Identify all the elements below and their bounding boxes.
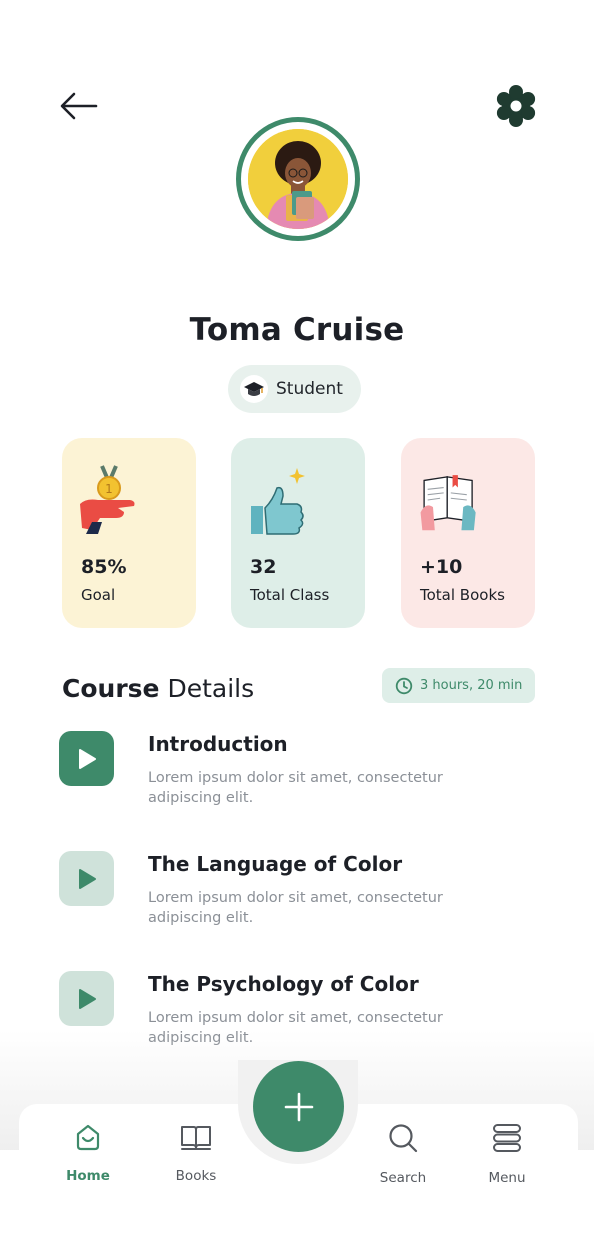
search-icon xyxy=(389,1124,418,1153)
stat-label: Goal xyxy=(81,586,116,604)
course-heading-bold: Course xyxy=(62,674,160,703)
lesson-description: Lorem ipsum dolor sit amet, consectetur … xyxy=(148,770,443,806)
clock-icon xyxy=(395,677,413,694)
stat-value: 85% xyxy=(81,556,127,578)
menu-icon xyxy=(493,1124,521,1152)
stat-card-total-books[interactable]: +10 Total Books xyxy=(401,438,535,628)
play-button[interactable] xyxy=(59,971,114,1026)
back-button[interactable] xyxy=(58,88,100,124)
student-portrait-illustration xyxy=(248,129,348,229)
play-button[interactable] xyxy=(59,851,114,906)
stat-card-total-class[interactable]: 32 Total Class xyxy=(231,438,365,628)
role-label: Student xyxy=(276,379,343,399)
role-badge: Student xyxy=(228,365,361,413)
open-book-icon xyxy=(420,475,476,531)
nav-books[interactable]: Books xyxy=(156,1122,236,1184)
profile-name: Toma Cruise xyxy=(189,312,405,348)
arrow-left-icon xyxy=(60,92,98,120)
lesson-title: The Language of Color xyxy=(148,852,403,876)
play-icon xyxy=(78,988,96,1009)
graduation-cap-icon xyxy=(240,375,268,403)
lesson-description: Lorem ipsum dolor sit amet, consectetur … xyxy=(148,890,443,926)
course-heading-rest: Details xyxy=(159,674,255,703)
settings-button[interactable] xyxy=(494,84,538,128)
play-icon xyxy=(78,748,96,769)
stat-card-goal[interactable]: 1 85% Goal xyxy=(62,438,196,628)
course-duration: 3 hours, 20 min xyxy=(420,678,523,693)
stat-value: 32 xyxy=(250,556,277,578)
medal-hand-icon: 1 xyxy=(80,465,135,534)
add-button[interactable] xyxy=(253,1061,344,1152)
book-icon xyxy=(181,1126,211,1150)
course-duration-badge: 3 hours, 20 min xyxy=(382,668,535,703)
nav-label: Home xyxy=(66,1168,110,1184)
play-button[interactable] xyxy=(59,731,114,786)
lesson-title: Introduction xyxy=(148,732,288,756)
lesson-item[interactable]: Introduction Lorem ipsum dolor sit amet,… xyxy=(59,731,539,841)
nav-search[interactable]: Search xyxy=(363,1122,443,1186)
lesson-title: The Psychology of Color xyxy=(148,972,419,996)
profile-avatar[interactable] xyxy=(236,117,360,241)
stat-label: Total Class xyxy=(250,586,330,604)
lesson-item[interactable]: The Language of Color Lorem ipsum dolor … xyxy=(59,851,539,961)
nav-label: Search xyxy=(379,1170,427,1186)
svg-text:1: 1 xyxy=(105,482,113,496)
nav-menu[interactable]: Menu xyxy=(467,1122,547,1186)
gear-icon xyxy=(496,85,536,127)
thumbs-up-icon xyxy=(251,468,305,535)
nav-home[interactable]: Home xyxy=(48,1122,128,1184)
course-details-heading: Course Details xyxy=(62,674,254,703)
home-icon xyxy=(76,1124,100,1151)
avatar xyxy=(248,129,348,229)
stat-label: Total Books xyxy=(420,586,505,604)
stat-value: +10 xyxy=(420,556,463,578)
nav-label: Books xyxy=(175,1168,217,1184)
nav-label: Menu xyxy=(488,1170,526,1186)
plus-icon xyxy=(284,1092,313,1121)
play-icon xyxy=(78,868,96,889)
